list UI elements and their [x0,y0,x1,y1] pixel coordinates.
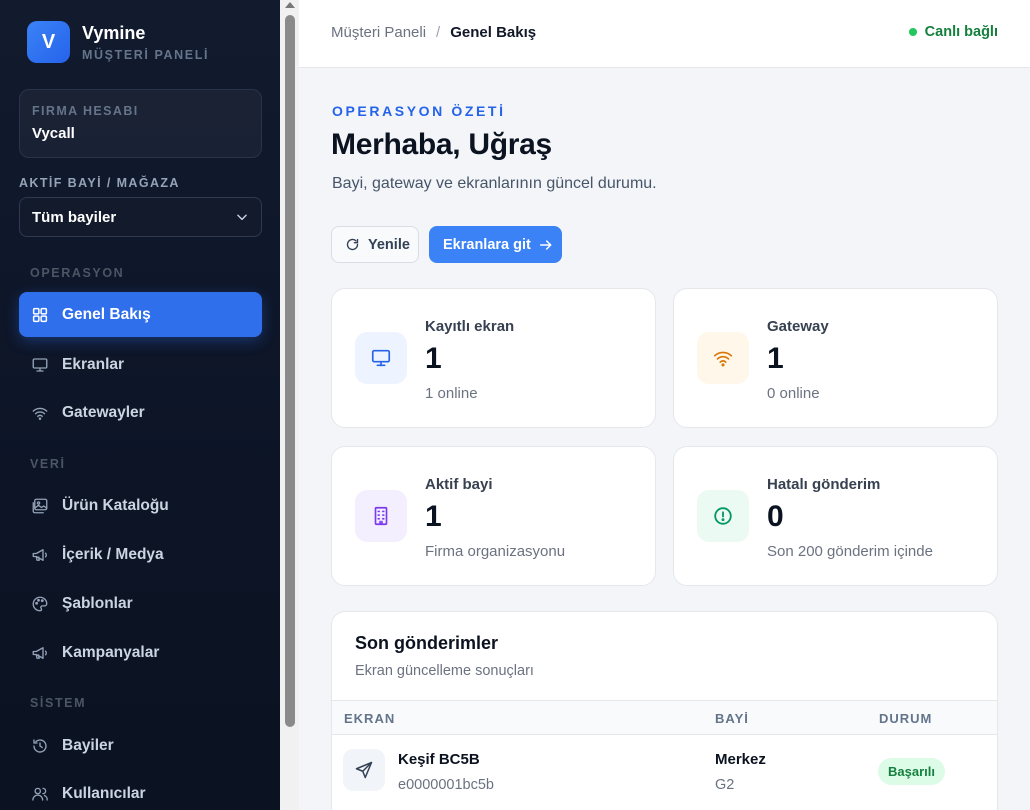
history-icon [31,737,49,755]
stat-value: 1 [425,342,442,375]
sidebar-item-label: Şablonlar [62,594,133,612]
sidebar-item-campaigns[interactable]: Kampanyalar [19,630,262,675]
sidebar-item-users[interactable]: Kullanıcılar [19,771,262,810]
sidebar-item-label: Kullanıcılar [62,784,146,802]
brand[interactable]: V Vymine MÜŞTERİ PANELİ [27,21,209,63]
refresh-button-label: Yenile [368,236,410,253]
grid-icon [31,306,49,324]
megaphone-icon [31,644,49,662]
wifi-icon [697,332,749,384]
sidebar-item-screens[interactable]: Ekranlar [19,342,262,387]
status-dot-icon [908,28,917,36]
stat-label: Gateway [767,318,829,335]
stat-card-gateway: Gateway 1 0 online [673,288,998,428]
nav-section-system: SİSTEM [30,696,87,710]
store-code: G2 [715,777,735,793]
stat-subtext: Firma organizasyonu [425,543,566,560]
sidebar-item-label: Bayiler [62,736,114,754]
palette-icon [31,595,49,613]
breadcrumb-root[interactable]: Müşteri Paneli [331,24,426,41]
send-icon [343,749,385,791]
table-row[interactable]: Keşif BC5B e0000001bc5b Merkez G2 Başarı… [332,736,997,808]
column-header-screen: EKRAN [344,711,396,726]
screen-name: Keşif BC5B [398,751,480,768]
go-to-screens-button[interactable]: Ekranlara git [429,226,562,263]
nav-section-data: VERİ [30,457,66,471]
megaphone-icon [31,546,49,564]
monitor-icon [355,332,407,384]
sidebar-item-stores[interactable]: Bayiler [19,723,262,768]
status-badge: Başarılı [878,758,945,785]
chevron-down-icon [237,214,247,221]
stat-value: 1 [767,342,784,375]
arrow-right-icon [539,239,552,250]
sidebar-item-gateways[interactable]: Gatewayler [19,390,262,435]
sidebar-scrollbar[interactable] [280,0,299,810]
monitor-icon [31,356,49,374]
go-to-screens-label: Ekranlara git [443,236,531,253]
stat-subtext: Son 200 gönderim içinde [767,543,933,560]
store-select[interactable]: Tüm bayiler [19,197,262,237]
breadcrumb-separator: / [436,24,441,41]
panel-title: Son gönderimler [355,633,499,653]
recent-sends-panel: Son gönderimler Ekran güncelleme sonuçla… [331,611,998,810]
sidebar-item-label: Ürün Kataloğu [62,496,169,514]
sidebar-item-label: İçerik / Medya [62,545,164,563]
stat-value: 1 [425,500,442,533]
nav-section-operations: OPERASYON [30,266,125,280]
brand-logo: V [27,21,70,63]
sidebar-item-overview[interactable]: Genel Bakış [19,292,262,337]
stat-label: Aktif bayi [425,476,493,493]
page-title: Merhaba, Uğraş [331,128,552,161]
table-header: EKRAN BAYİ DURUM [332,700,997,735]
scrollbar-thumb[interactable] [285,15,295,727]
store-name: Merkez [715,751,766,768]
firm-account-name: Vycall [32,125,75,142]
connection-status: Canlı bağlı [908,24,998,40]
stat-card-failed-sends: Hatalı gönderim 0 Son 200 gönderim içind… [673,446,998,586]
stat-value: 0 [767,500,784,533]
section-eyebrow: OPERASYON ÖZETİ [332,103,506,119]
stat-label: Hatalı gönderim [767,476,881,493]
refresh-icon [346,238,359,251]
brand-name: Vymine [82,22,146,43]
store-select-label: AKTİF BAYİ / MAĞAZA [19,176,180,190]
panel-subtitle: Ekran güncelleme sonuçları [355,663,534,679]
sidebar-item-templates[interactable]: Şablonlar [19,581,262,626]
stat-subtext: 0 online [767,385,820,402]
connection-status-label: Canlı bağlı [924,24,998,40]
firm-account-card: FIRMA HESABI Vycall [19,89,262,158]
stat-card-screens: Kayıtlı ekran 1 1 online [331,288,656,428]
sidebar-item-label: Ekranlar [62,355,125,373]
store-select-value: Tüm bayiler [32,208,117,226]
firm-account-label: FIRMA HESABI [32,104,139,118]
sidebar-item-label: Genel Bakış [62,305,151,323]
scroll-up-arrow-icon[interactable] [285,2,295,8]
column-header-store: BAYİ [715,711,749,726]
refresh-button[interactable]: Yenile [331,226,419,263]
breadcrumb-current: Genel Bakış [450,24,537,41]
sidebar-item-label: Kampanyalar [62,643,160,661]
sidebar-item-product-catalog[interactable]: Ürün Kataloğu [19,483,262,528]
column-header-status: DURUM [879,711,933,726]
top-bar: Müşteri Paneli / Genel Bakış Canlı bağlı [299,0,1030,68]
building-icon [355,490,407,542]
sidebar-item-label: Gatewayler [62,403,145,421]
sidebar: V Vymine MÜŞTERİ PANELİ FIRMA HESABI Vyc… [0,0,280,810]
users-icon [31,785,49,803]
brand-subtitle: MÜŞTERİ PANELİ [82,47,210,62]
stat-subtext: 1 online [425,385,478,402]
sidebar-item-content-media[interactable]: İçerik / Medya [19,532,262,577]
wifi-icon [31,404,49,422]
page-subtitle: Bayi, gateway ve ekranlarının güncel dur… [332,175,657,192]
stat-label: Kayıtlı ekran [425,318,515,335]
breadcrumb: Müşteri Paneli / Genel Bakış [331,24,536,41]
screen-id: e0000001bc5b [398,777,494,793]
image-icon [31,497,49,515]
alert-circle-icon [697,490,749,542]
stat-card-active-stores: Aktif bayi 1 Firma organizasyonu [331,446,656,586]
